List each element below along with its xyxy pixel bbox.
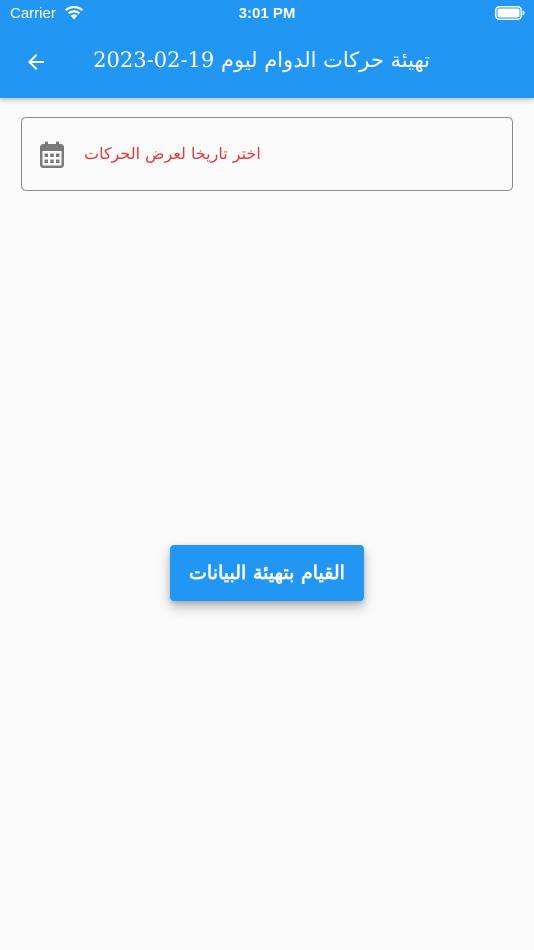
- screen: Carrier 3:01 PM تهيئة حركات الدوام ليوم …: [0, 0, 534, 950]
- page-title: تهيئة حركات الدوام ليوم 19-02-2023: [93, 48, 430, 72]
- date-picker-field[interactable]: اختر تاريخا لعرض الحركات: [21, 117, 513, 191]
- calendar-icon: [40, 141, 64, 168]
- top-bar: Carrier 3:01 PM تهيئة حركات الدوام ليوم …: [0, 0, 534, 98]
- initialize-data-button[interactable]: القيام بتهيئة البيانات: [170, 545, 364, 601]
- battery-icon: [495, 6, 525, 20]
- arrow-left-icon: [28, 54, 44, 70]
- date-hint: اختر تاريخا لعرض الحركات: [84, 144, 261, 163]
- status-bar: Carrier 3:01 PM: [0, 0, 534, 28]
- status-time: 3:01 PM: [238, 5, 296, 22]
- back-button[interactable]: [16, 44, 56, 80]
- app-bar: تهيئة حركات الدوام ليوم 19-02-2023: [0, 28, 534, 98]
